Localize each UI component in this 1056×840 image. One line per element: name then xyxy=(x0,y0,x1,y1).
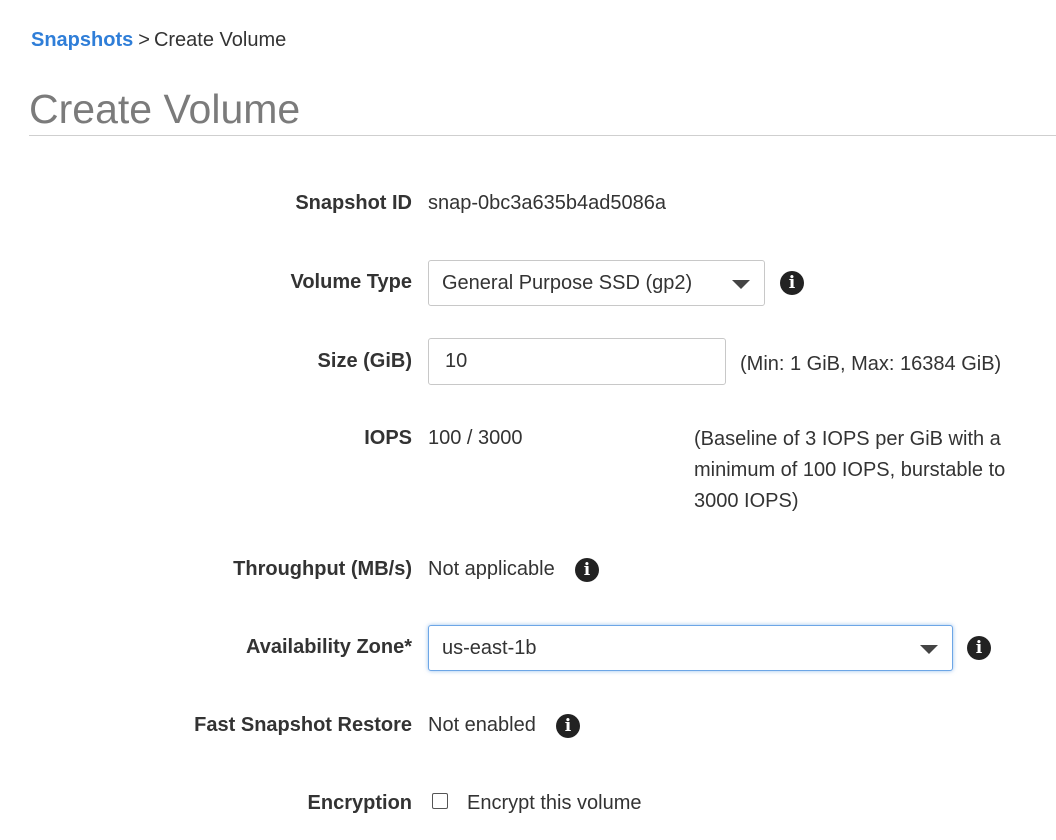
breadcrumb-snapshots-link[interactable]: Snapshots xyxy=(31,29,133,51)
iops-label: IOPS xyxy=(364,427,412,449)
title-divider xyxy=(29,135,1056,136)
encrypt-volume-checkbox[interactable] xyxy=(432,793,448,809)
size-input[interactable] xyxy=(428,338,726,385)
throughput-label: Throughput (MB/s) xyxy=(233,558,412,580)
iops-hint-line: minimum of 100 IOPS, burstable to xyxy=(694,459,1006,481)
chevron-down-icon xyxy=(732,280,750,289)
volume-type-selected-value: General Purpose SSD (gp2) xyxy=(442,272,693,294)
breadcrumb-separator: > xyxy=(138,29,150,51)
snapshot-id-value: snap-0bc3a635b4ad5086a xyxy=(428,192,666,214)
encrypt-volume-checkbox-label[interactable]: Encrypt this volume xyxy=(467,792,642,815)
breadcrumb-current: Create Volume xyxy=(153,29,287,51)
iops-hint-line: 3000 IOPS) xyxy=(694,490,799,512)
volume-type-select[interactable]: General Purpose SSD (gp2) xyxy=(428,260,765,306)
info-icon[interactable]: i xyxy=(556,714,580,738)
size-label: Size (GiB) xyxy=(317,350,412,372)
info-icon[interactable]: i xyxy=(575,558,599,582)
breadcrumb: Snapshots > Create Volume xyxy=(31,28,286,52)
iops-value: 100 / 3000 xyxy=(428,427,523,449)
iops-hint: (Baseline of 3 IOPS per GiB with a minim… xyxy=(694,424,1005,517)
info-icon[interactable]: i xyxy=(967,636,991,660)
create-volume-page: Snapshots > Create Volume Create Volume Sn… xyxy=(0,0,1056,840)
encryption-label: Encryption xyxy=(307,792,412,814)
fast-snapshot-restore-label: Fast Snapshot Restore xyxy=(194,714,412,736)
info-icon[interactable]: i xyxy=(780,271,804,295)
size-hint: (Min: 1 GiB, Max: 16384 GiB) xyxy=(740,353,1002,375)
volume-type-label: Volume Type xyxy=(290,271,412,293)
availability-zone-selected-value: us-east-1b xyxy=(442,637,537,659)
chevron-down-icon xyxy=(920,645,938,654)
iops-hint-line: (Baseline of 3 IOPS per GiB with a xyxy=(694,428,1001,450)
snapshot-id-label: Snapshot ID xyxy=(295,192,412,214)
throughput-value: Not applicable xyxy=(428,558,555,580)
fast-snapshot-restore-value: Not enabled xyxy=(428,714,536,736)
page-title: Create Volume xyxy=(29,86,301,132)
availability-zone-label: Availability Zone* xyxy=(246,636,412,658)
availability-zone-select[interactable]: us-east-1b xyxy=(428,625,953,671)
